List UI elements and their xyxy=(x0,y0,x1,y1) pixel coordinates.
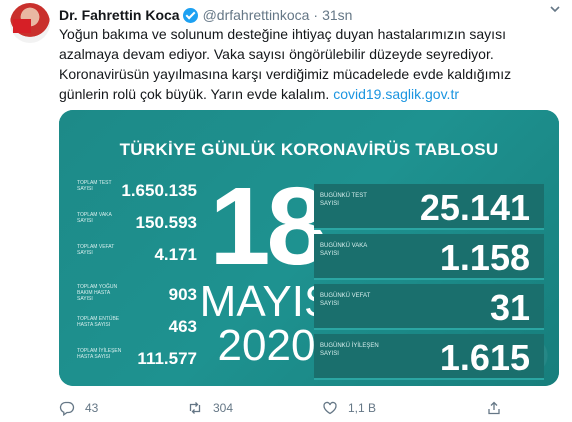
tweet-link[interactable]: covid19.saglik.gov.tr xyxy=(333,86,459,102)
stat-value: 150.593 xyxy=(135,213,197,232)
total-stat: TOPLAM VAKA SAYISI 150.593 xyxy=(77,212,197,236)
stat-label: BUGÜNKÜ İYİLEŞEN SAYISI xyxy=(320,343,379,357)
verified-badge-icon xyxy=(182,7,198,23)
like-button[interactable]: 1,1 B xyxy=(322,400,376,416)
share-icon xyxy=(488,401,500,415)
total-stat: TOPLAM TEST SAYISI 1.650.135 xyxy=(77,180,197,204)
media-image[interactable]: TÜRKİYE GÜNLÜK KORONAVİRÜS TABLOSU TOPLA… xyxy=(59,110,559,386)
chevron-down-icon[interactable] xyxy=(548,2,562,19)
retweet-count: 304 xyxy=(213,401,234,415)
tweet-time[interactable]: 31sn xyxy=(322,7,352,23)
reply-count: 43 xyxy=(85,401,99,415)
stat-label: TOPLAM İYİLEŞEN HASTA SAYISI xyxy=(77,348,122,360)
separator: · xyxy=(313,7,319,23)
retweet-icon xyxy=(189,402,201,414)
stat-label: TOPLAM VEFAT SAYISI xyxy=(77,244,115,256)
tweet-text-line: Koronavirüsün yayılmasına karşı verdiğim… xyxy=(59,66,512,82)
avatar[interactable] xyxy=(10,3,50,43)
card-title: TÜRKİYE GÜNLÜK KORONAVİRÜS TABLOSU xyxy=(119,140,499,159)
author-name[interactable]: Dr. Fahrettin Koca xyxy=(59,7,180,23)
total-stat: TOPLAM ENTÜBE HASTA SAYISI 463 xyxy=(77,316,197,340)
tweet-actions: 43 304 1,1 B xyxy=(59,400,559,420)
stat-value: 4.171 xyxy=(154,245,197,264)
date-day: 18 xyxy=(209,165,327,288)
tweet-text-line: günlerin rolü çok büyük. Yarın evde kala… xyxy=(59,84,559,104)
stat-label: TOPLAM VAKA SAYISI xyxy=(77,212,112,224)
tweet-header: Dr. Fahrettin Koca @drfahrettinkoca · 31… xyxy=(59,5,352,25)
reply-icon xyxy=(59,401,75,416)
author-handle[interactable]: @drfahrettinkoca xyxy=(203,7,310,23)
daily-stat: BUGÜNKÜ İYİLEŞEN SAYISI 1.615 xyxy=(314,334,544,380)
stat-label: BUGÜNKÜ TEST SAYISI xyxy=(320,193,367,207)
stat-value: 1.650.135 xyxy=(121,181,197,200)
heart-icon xyxy=(323,401,337,415)
stat-value: 903 xyxy=(168,285,197,304)
stat-value: 1.615 xyxy=(439,337,530,378)
stat-value: 1.158 xyxy=(439,237,530,278)
stat-label: TOPLAM YOĞUN BAKIM HASTA SAYISI xyxy=(77,284,118,302)
tweet-text-line: Yoğun bakıma ve solunum desteğine ihtiya… xyxy=(59,26,506,42)
stat-value: 111.577 xyxy=(137,349,197,368)
total-stat: TOPLAM İYİLEŞEN HASTA SAYISI 111.577 xyxy=(77,348,197,372)
stat-value: 25.141 xyxy=(419,187,530,228)
total-stat: TOPLAM VEFAT SAYISI 4.171 xyxy=(77,244,197,268)
stat-label: TOPLAM TEST SAYISI xyxy=(77,180,112,192)
like-count: 1,1 B xyxy=(348,401,377,415)
tweet-text-line-part: günlerin rolü çok büyük. Yarın evde kala… xyxy=(59,86,334,102)
flag-icon xyxy=(13,19,31,33)
daily-stat: BUGÜNKÜ VEFAT SAYISI 31 xyxy=(314,284,544,330)
daily-stat: BUGÜNKÜ VAKA SAYISI 1.158 xyxy=(314,234,544,280)
daily-stat: BUGÜNKÜ TEST SAYISI 25.141 xyxy=(314,184,544,230)
stat-value: 31 xyxy=(489,287,530,328)
stat-label: BUGÜNKÜ VEFAT SAYISI xyxy=(320,293,371,307)
retweet-button[interactable]: 304 xyxy=(187,400,233,416)
stat-label: BUGÜNKÜ VAKA SAYISI xyxy=(320,243,367,257)
tweet-text-line: azalmaya devam ediyor. Vaka sayısı öngör… xyxy=(59,46,494,62)
stat-label: TOPLAM ENTÜBE HASTA SAYISI xyxy=(77,316,120,328)
reply-button[interactable]: 43 xyxy=(59,400,98,416)
total-stat: TOPLAM YOĞUN BAKIM HASTA SAYISI 903 xyxy=(77,284,197,308)
tweet[interactable]: Dr. Fahrettin Koca @drfahrettinkoca · 31… xyxy=(0,0,572,422)
stat-value: 463 xyxy=(168,317,197,336)
tweet-text: Yoğun bakıma ve solunum desteğine ihtiya… xyxy=(59,24,559,104)
share-button[interactable] xyxy=(486,400,502,416)
